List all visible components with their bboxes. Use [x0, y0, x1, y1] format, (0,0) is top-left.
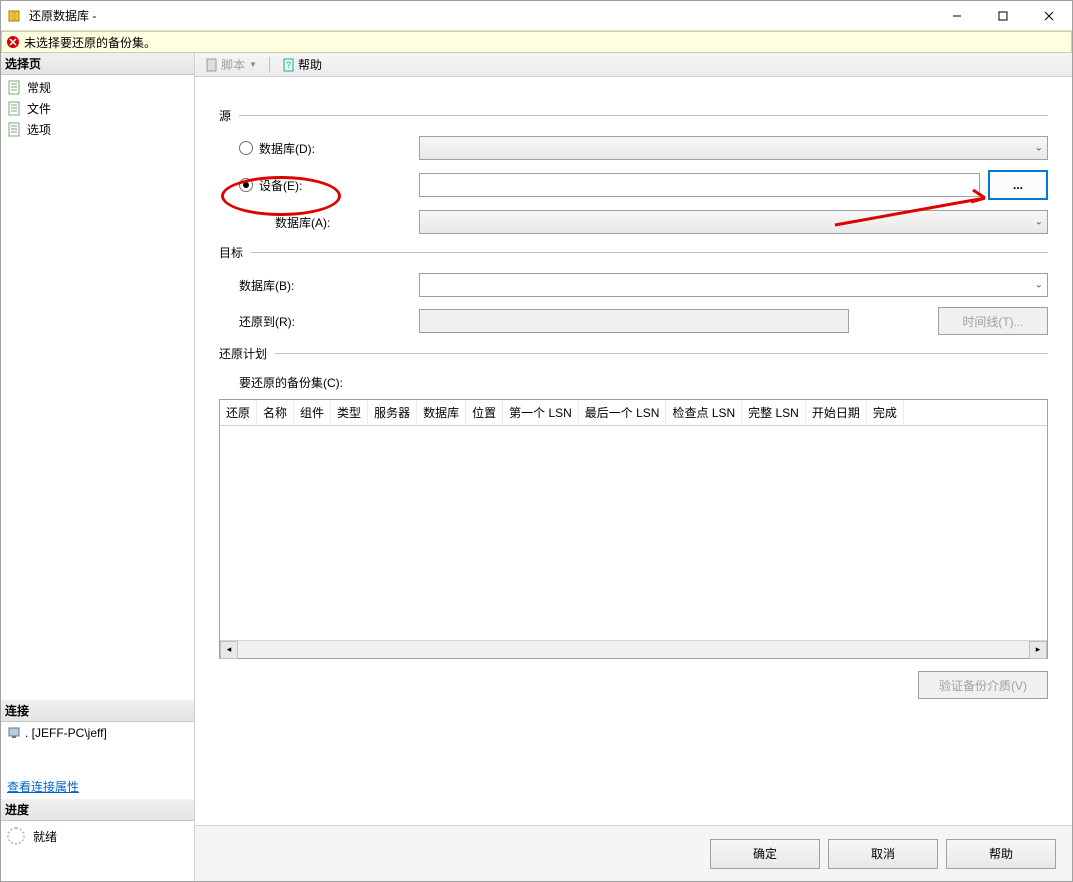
main-panel: 脚本 ▼ ? 帮助 源 数据库(D): [195, 53, 1072, 881]
nav-label: 文件 [27, 100, 51, 117]
scroll-right-button[interactable]: ▸ [1029, 641, 1047, 659]
plan-section-header: 还原计划 [219, 345, 1048, 362]
source-section-header: 源 [219, 107, 1048, 124]
app-icon [7, 8, 23, 24]
source-database-radio[interactable] [239, 141, 253, 155]
table-column-header[interactable]: 名称 [257, 400, 294, 425]
toolbar: 脚本 ▼ ? 帮助 [195, 53, 1072, 77]
chevron-down-icon: ▼ [249, 60, 257, 69]
table-column-header[interactable]: 类型 [331, 400, 368, 425]
horizontal-scrollbar[interactable]: ◂ ▸ [220, 640, 1047, 658]
progress-status: 就绪 [1, 821, 194, 851]
table-column-header[interactable]: 还原 [220, 400, 257, 425]
restore-to-label: 还原到(R): [239, 313, 295, 330]
window-title: 还原数据库 - [29, 7, 934, 24]
nav-label: 选项 [27, 121, 51, 138]
browse-device-button[interactable]: ... [988, 170, 1048, 200]
verify-media-button[interactable]: 验证备份介质(V) [918, 671, 1048, 699]
table-column-header[interactable]: 数据库 [417, 400, 466, 425]
cancel-button[interactable]: 取消 [828, 839, 938, 869]
error-icon [6, 35, 20, 49]
help-button-footer[interactable]: 帮助 [946, 839, 1056, 869]
close-button[interactable] [1026, 1, 1072, 31]
server-icon [7, 726, 21, 740]
toolbar-separator [269, 57, 270, 73]
target-section-header: 目标 [219, 244, 1048, 261]
chevron-down-icon: ⌄ [1035, 217, 1043, 228]
device-database-label: 数据库(A): [275, 214, 330, 231]
source-device-radio[interactable] [239, 178, 253, 192]
connection-value: . [JEFF-PC\jeff] [1, 722, 194, 744]
table-column-header[interactable]: 第一个 LSN [503, 400, 579, 425]
nav-label: 常规 [27, 79, 51, 96]
select-page-header: 选择页 [1, 53, 194, 75]
chevron-down-icon: ⌄ [1035, 143, 1043, 154]
page-icon [7, 80, 23, 96]
nav-item-options[interactable]: 选项 [1, 119, 194, 140]
page-icon [7, 122, 23, 138]
timeline-button[interactable]: 时间线(T)... [938, 307, 1048, 335]
table-column-header[interactable]: 最后一个 LSN [579, 400, 667, 425]
backup-sets-label: 要还原的备份集(C): [239, 376, 343, 390]
nav-item-files[interactable]: 文件 [1, 98, 194, 119]
device-path-input[interactable] [419, 173, 980, 197]
table-column-header[interactable]: 检查点 LSN [666, 400, 742, 425]
restore-to-input [419, 309, 849, 333]
source-database-label: 数据库(D): [259, 140, 315, 157]
ok-button[interactable]: 确定 [710, 839, 820, 869]
progress-header: 进度 [1, 799, 194, 821]
scroll-left-button[interactable]: ◂ [220, 641, 238, 659]
page-icon [7, 101, 23, 117]
left-panel: 选择页 常规 文件 选项 连接 . [JEFF-PC\jeff] [1, 53, 195, 881]
table-column-header[interactable]: 完整 LSN [742, 400, 806, 425]
nav-item-general[interactable]: 常规 [1, 77, 194, 98]
warning-text: 未选择要还原的备份集。 [24, 34, 156, 51]
target-database-label: 数据库(B): [239, 277, 294, 294]
table-column-header[interactable]: 完成 [867, 400, 904, 425]
help-icon: ? [282, 58, 296, 72]
help-button[interactable]: ? 帮助 [278, 54, 326, 75]
script-icon [205, 58, 219, 72]
dialog-footer: 确定 取消 帮助 [195, 825, 1072, 881]
table-column-header[interactable]: 位置 [466, 400, 503, 425]
table-column-header[interactable]: 开始日期 [806, 400, 867, 425]
target-database-combo[interactable]: ⌄ [419, 273, 1048, 297]
chevron-down-icon: ⌄ [1035, 280, 1043, 291]
spinner-icon [7, 827, 25, 845]
table-body [220, 426, 1047, 640]
device-database-combo[interactable]: ⌄ [419, 210, 1048, 234]
minimize-button[interactable] [934, 1, 980, 31]
table-column-header[interactable]: 服务器 [368, 400, 417, 425]
script-button[interactable]: 脚本 ▼ [201, 54, 261, 75]
progress-status-text: 就绪 [33, 828, 57, 845]
svg-text:?: ? [286, 60, 291, 70]
view-connection-properties-link[interactable]: 查看连接属性 [1, 774, 194, 799]
title-bar: 还原数据库 - [1, 1, 1072, 31]
window-controls [934, 1, 1072, 31]
source-database-combo[interactable]: ⌄ [419, 136, 1048, 160]
backup-sets-table: 还原名称组件类型服务器数据库位置第一个 LSN最后一个 LSN检查点 LSN完整… [219, 399, 1048, 659]
warning-bar: 未选择要还原的备份集。 [1, 31, 1072, 53]
maximize-button[interactable] [980, 1, 1026, 31]
connection-header: 连接 [1, 700, 194, 722]
source-device-label: 设备(E): [259, 177, 302, 194]
table-column-header[interactable]: 组件 [294, 400, 331, 425]
